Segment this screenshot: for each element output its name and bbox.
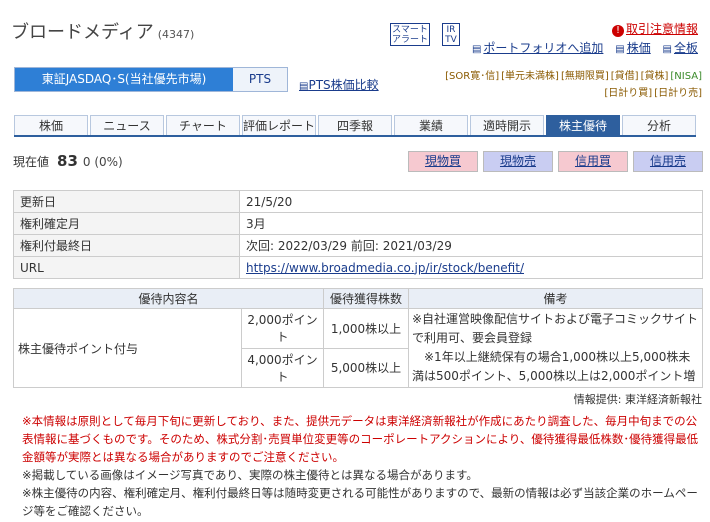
info-key: URL [13, 256, 240, 279]
info-value: 次回: 2022/03/29 前回: 2021/03/29 [239, 234, 703, 257]
disclaimer-change: ※株主優待の内容、権利確定月、権利付最終日等は随時変更される可能性がありますので… [22, 486, 698, 518]
attr-chip-nisa: [NISA] [670, 71, 702, 82]
tab-shareholder-benefits[interactable]: 株主優待 [546, 115, 620, 135]
benefit-points: 2,000ポイント [241, 308, 324, 349]
benefit-name: 株主優待ポイント付与 [13, 308, 242, 388]
full-board-icon: ▤ [662, 44, 672, 55]
info-key: 更新日 [13, 190, 240, 213]
market-tab-tse[interactable]: 東証JASDAQ･S(当社優先市場) [15, 68, 233, 91]
tab-performance[interactable]: 業績 [394, 115, 468, 135]
tab-news[interactable]: ニュース [90, 115, 164, 135]
table-row: 権利付最終日 次回: 2022/03/29 前回: 2021/03/29 [13, 234, 703, 257]
full-board-link[interactable]: 全板 [674, 41, 698, 55]
nav-tabs: 株価 ニュース チャート 評価レポート 四季報 業績 適時開示 株主優待 分析 [14, 115, 696, 137]
price-value: 83 [57, 152, 78, 170]
attr-chip: [日計り買] [604, 88, 653, 99]
stock-price-link[interactable]: 株価 [627, 41, 651, 55]
irtv-button[interactable]: IR TV [442, 23, 460, 46]
attr-chip: [貸株] [640, 71, 669, 82]
header-benefit-name: 優待内容名 [13, 288, 324, 309]
caution-info-link[interactable]: ! 取引注意情報 [611, 20, 698, 37]
table-header-row: 優待内容名 優待獲得株数 備考 [13, 288, 703, 309]
page-title: ブロードメディア (4347) [11, 18, 194, 44]
portfolio-add-link[interactable]: ポートフォリオへ追加 [483, 41, 603, 55]
info-value-url: https://www.broadmedia.co.jp/ir/stock/be… [239, 256, 703, 279]
market-selector: 東証JASDAQ･S(当社優先市場) PTS [14, 67, 288, 92]
tab-shikiho[interactable]: 四季報 [318, 115, 392, 135]
smart-alert-button[interactable]: スマート アラート [390, 23, 430, 46]
attr-chip: [日計り売] [654, 88, 702, 99]
caution-label: 取引注意情報 [625, 22, 698, 36]
tab-stock-price[interactable]: 株価 [14, 115, 88, 135]
data-provider: 情報提供: 東洋経済新報社 [573, 393, 702, 406]
tab-disclosure[interactable]: 適時開示 [470, 115, 544, 135]
disclaimer-notes: ※本情報は原則として毎月下旬に更新しており、また、提供元データは東洋経済新報社が… [22, 412, 702, 520]
margin-buy-button[interactable]: 信用買 [558, 151, 628, 172]
info-key: 権利確定月 [13, 212, 240, 235]
header-required-shares: 優待獲得株数 [323, 288, 409, 309]
table-row: URL https://www.broadmedia.co.jp/ir/stoc… [13, 256, 703, 279]
margin-sell-button[interactable]: 信用売 [633, 151, 703, 172]
attr-chip: [無期限買] [560, 71, 609, 82]
disclaimer-red: ※本情報は原則として毎月下旬に更新しており、また、提供元データは東洋経済新報社が… [22, 414, 699, 464]
stock-code: (4347) [157, 28, 195, 41]
table-row: 株主優待ポイント付与 2,000ポイント 1,000株以上 ※自社運営映像配信サ… [13, 308, 703, 388]
portfolio-icon: ▤ [471, 44, 482, 55]
tab-analysis[interactable]: 分析 [622, 115, 696, 135]
header-links: ▤ ポートフォリオへ追加 ▤ 株価 ▤ 全板 [472, 39, 698, 56]
info-value: 21/5/20 [239, 190, 703, 213]
current-price: 現在値 83 0 (0%) [13, 152, 123, 170]
benefit-points: 4,000ポイント [241, 347, 324, 388]
info-value: 3月 [239, 212, 703, 235]
benefit-detail-table: 優待内容名 優待獲得株数 備考 株主優待ポイント付与 2,000ポイント 1,0… [13, 288, 703, 388]
info-key: 権利付最終日 [13, 234, 240, 257]
tab-chart[interactable]: チャート [166, 115, 240, 135]
benefit-info-table: 更新日 21/5/20 権利確定月 3月 権利付最終日 次回: 2022/03/… [13, 190, 703, 279]
price-change: 0 (0%) [82, 155, 123, 169]
attr-chip: [貸借] [610, 71, 639, 82]
attr-chip: [SOR寛･信] [445, 71, 500, 82]
stock-price-icon: ▤ [615, 44, 625, 55]
table-row: 更新日 21/5/20 [13, 190, 703, 213]
attr-chip: [単元未満株] [501, 71, 559, 82]
trading-attributes: [SOR寛･信] [単元未満株] [無期限買] [貸借] [貸株] [NISA] [日計り… [402, 68, 702, 102]
benefit-url-link[interactable]: https://www.broadmedia.co.jp/ir/stock/be… [246, 261, 524, 275]
disclaimer-image: ※掲載している画像はイメージ写真であり、実際の株主優待とは異なる場合があります。 [22, 468, 478, 482]
benefit-condition: 5,000株以上 [323, 347, 409, 388]
table-row: 権利確定月 3月 [13, 212, 703, 235]
warning-icon: ! [611, 25, 624, 37]
benefit-note: ※自社運営映像配信サイトおよび電子コミックサイトで利用可、要会員登録 ※1年以上… [408, 308, 703, 388]
cash-buy-button[interactable]: 現物買 [408, 151, 478, 172]
tab-rating-report[interactable]: 評価レポート [242, 115, 316, 135]
cash-sell-button[interactable]: 現物売 [483, 151, 553, 172]
price-label: 現在値 [13, 155, 50, 169]
header-remarks: 備考 [408, 288, 703, 309]
market-tab-pts[interactable]: PTS [233, 68, 287, 91]
pts-compare-link[interactable]: ▤PTS株価比較 [299, 76, 379, 93]
benefit-condition: 1,000株以上 [323, 308, 409, 349]
company-name: ブロードメディア [11, 22, 154, 43]
